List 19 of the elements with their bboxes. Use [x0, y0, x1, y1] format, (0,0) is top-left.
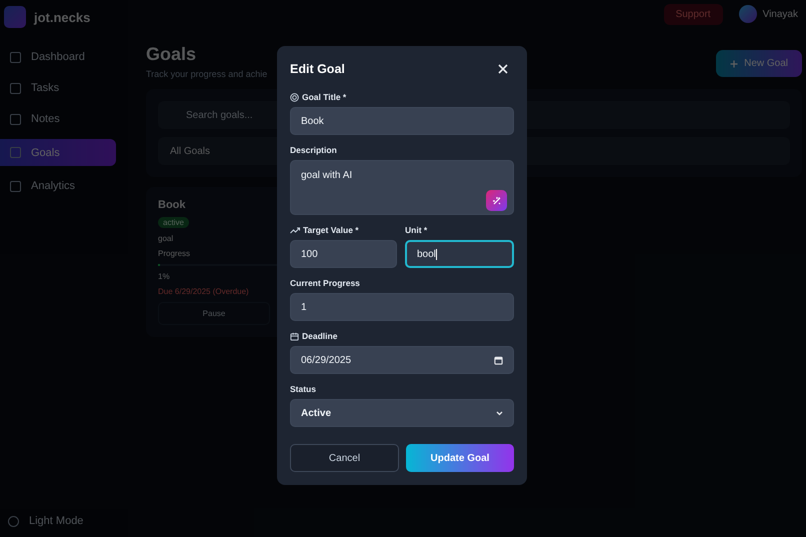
field-label: Current Progress — [290, 278, 360, 288]
progress-label: Progress — [158, 249, 190, 258]
description-text: goal with AI — [301, 170, 352, 181]
field-label: Deadline — [302, 331, 338, 341]
progress-text: 1% — [158, 272, 170, 281]
field-label: Unit * — [405, 225, 428, 235]
dialog-title: Edit Goal — [290, 62, 345, 76]
brand-name: jot.necks — [34, 10, 90, 24]
goal-description: goal — [158, 234, 174, 243]
field-label: Goal Title * — [302, 92, 346, 102]
deadline-text: Due 6/29/2025 (Overdue) — [158, 287, 249, 296]
page-subtitle: Track your progress and achie — [146, 69, 268, 79]
goal-title: Book — [158, 199, 186, 211]
field-label: Status — [290, 384, 316, 394]
field-label: Target Value * — [303, 225, 359, 235]
field-label: Description — [290, 145, 337, 155]
user-name: Vinayak — [762, 8, 798, 20]
status-badge: active — [158, 217, 189, 228]
page-title: Goals — [146, 44, 198, 65]
